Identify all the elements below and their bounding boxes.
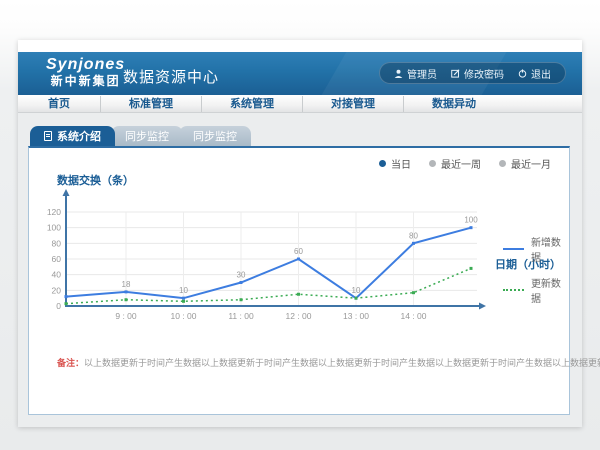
svg-text:10 : 00: 10 : 00 — [171, 311, 197, 321]
current-user-button[interactable]: 管理员 — [394, 66, 437, 81]
radio-dot — [379, 160, 386, 167]
nav-item-system-mgmt[interactable]: 系统管理 — [202, 96, 303, 112]
tab-label: 系统介绍 — [57, 128, 101, 144]
legend-line-swatch — [503, 248, 524, 250]
legend-label: 新增数据 — [531, 234, 569, 264]
nav-item-data-change[interactable]: 数据异动 — [404, 96, 504, 112]
app-header: Synjones 新中新集团 数据资源中心 管理员 修改密码 退出 — [18, 52, 582, 95]
power-icon — [518, 69, 527, 78]
legend-item-new-data: 新增数据 — [503, 234, 569, 264]
svg-text:9 : 00: 9 : 00 — [115, 311, 137, 321]
svg-text:13 : 00: 13 : 00 — [343, 311, 369, 321]
user-menu-label: 退出 — [531, 66, 551, 81]
legend-line-swatch — [503, 289, 524, 291]
logout-button[interactable]: 退出 — [518, 66, 551, 81]
tab-sync-monitor-1[interactable]: 同步监控 — [111, 126, 183, 146]
svg-text:100: 100 — [464, 216, 478, 225]
svg-text:11 : 00: 11 : 00 — [228, 311, 254, 321]
svg-text:20: 20 — [52, 285, 62, 295]
time-range-filter: 当日 最近一周 最近一月 — [379, 156, 551, 171]
user-menu: 管理员 修改密码 退出 — [379, 62, 566, 84]
y-axis-title: 数据交换（条） — [57, 172, 134, 188]
content-area: 系统介绍 同步监控 同步监控 当日 最近一周 — [18, 113, 582, 427]
nav-item-home[interactable]: 首页 — [18, 96, 101, 112]
legend-item-update-data: 更新数据 — [503, 275, 569, 305]
chart-panel: 当日 最近一周 最近一月 数据交换（条） 0 20 40 60 80 100 120 9 : … — [28, 146, 570, 415]
svg-text:10: 10 — [352, 286, 361, 295]
logo-text-en: Synjones — [46, 56, 125, 74]
footer-note: 备注：以上数据更新于时间产生数据以上数据更新于时间产生数据以上数据更新于时间产生… — [57, 356, 600, 369]
svg-text:60: 60 — [52, 254, 62, 264]
radio-last-month[interactable]: 最近一月 — [499, 156, 551, 171]
change-password-button[interactable]: 修改密码 — [451, 66, 504, 81]
user-menu-label: 修改密码 — [464, 66, 504, 81]
svg-text:18: 18 — [122, 280, 131, 289]
svg-text:80: 80 — [409, 231, 418, 240]
svg-text:120: 120 — [47, 207, 61, 217]
page-title: 数据资源中心 — [123, 66, 219, 87]
svg-text:30: 30 — [237, 271, 246, 280]
svg-text:10: 10 — [179, 286, 188, 295]
legend-label: 更新数据 — [531, 275, 569, 305]
main-nav: 首页 标准管理 系统管理 对接管理 数据异动 — [18, 95, 582, 113]
edit-icon — [451, 69, 460, 78]
tab-system-intro[interactable]: 系统介绍 — [30, 126, 115, 146]
document-icon — [44, 131, 52, 141]
note-prefix: 备注： — [57, 358, 84, 368]
nav-item-interface-mgmt[interactable]: 对接管理 — [303, 96, 404, 112]
svg-text:100: 100 — [47, 223, 61, 233]
chart-legend: 新增数据 更新数据 — [503, 234, 569, 316]
tab-sync-monitor-2[interactable]: 同步监控 — [179, 126, 251, 146]
radio-dot — [429, 160, 436, 167]
svg-text:80: 80 — [52, 238, 62, 248]
tab-label: 同步监控 — [125, 128, 169, 144]
radio-label: 当日 — [391, 156, 411, 171]
svg-text:12 : 00: 12 : 00 — [286, 311, 312, 321]
radio-label: 最近一周 — [441, 156, 481, 171]
svg-text:14 : 00: 14 : 00 — [401, 311, 427, 321]
brand-logo: Synjones 新中新集团 — [46, 56, 125, 88]
radio-today[interactable]: 当日 — [379, 156, 411, 171]
line-chart: 0 20 40 60 80 100 120 9 : 00 10 : 00 11 : 00 12 : … — [41, 188, 511, 328]
logo-text-cn: 新中新集团 — [46, 74, 125, 88]
radio-dot — [499, 160, 506, 167]
chart-svg: 0 20 40 60 80 100 120 9 : 00 10 : 00 11 : 00 12 : … — [41, 188, 511, 328]
svg-text:40: 40 — [52, 270, 62, 280]
note-text: 以上数据更新于时间产生数据以上数据更新于时间产生数据以上数据更新于时间产生数据以… — [84, 358, 600, 368]
user-menu-label: 管理员 — [407, 66, 437, 81]
svg-text:0: 0 — [56, 301, 61, 311]
page-top-strip — [18, 40, 582, 52]
nav-item-standard-mgmt[interactable]: 标准管理 — [101, 96, 202, 112]
app-window: Synjones 新中新集团 数据资源中心 管理员 修改密码 退出 首页 标准管… — [18, 40, 582, 427]
radio-last-week[interactable]: 最近一周 — [429, 156, 481, 171]
tab-label: 同步监控 — [193, 128, 237, 144]
radio-label: 最近一月 — [511, 156, 551, 171]
tab-bar: 系统介绍 同步监控 同步监控 — [30, 126, 251, 146]
user-icon — [394, 69, 403, 78]
svg-text:60: 60 — [294, 247, 303, 256]
